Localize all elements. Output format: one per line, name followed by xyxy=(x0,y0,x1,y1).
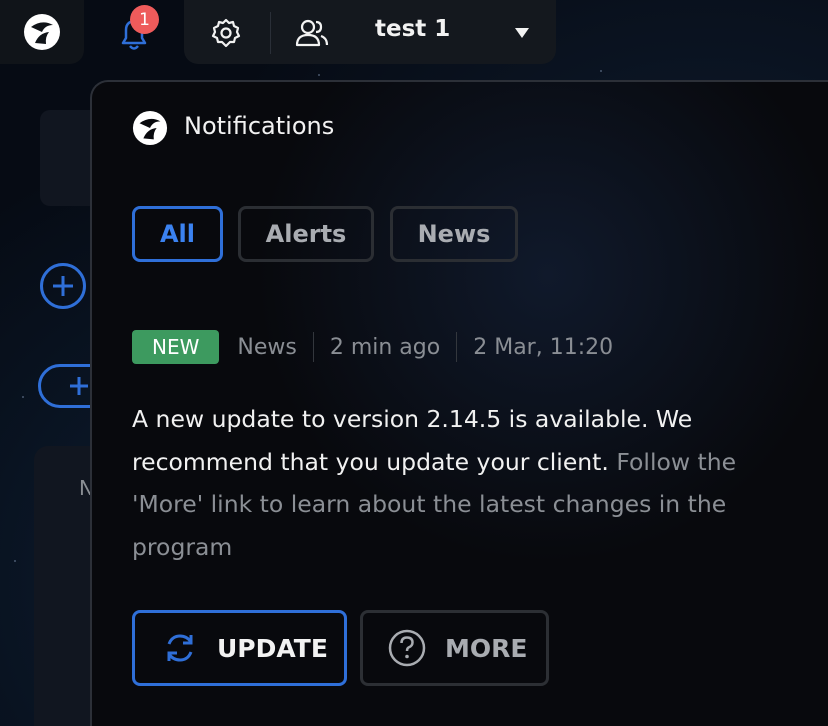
more-button-label: MORE xyxy=(445,633,528,663)
new-badge: NEW xyxy=(132,330,220,364)
background-list-panel: N xyxy=(34,446,94,726)
gear-icon xyxy=(211,18,241,48)
more-button[interactable]: MORE xyxy=(360,610,549,686)
settings-button[interactable] xyxy=(198,10,254,56)
plus-icon xyxy=(53,276,73,296)
app-logo-icon xyxy=(132,110,168,146)
notification-relative-time: 2 min ago xyxy=(329,334,441,360)
notification-datetime: 2 Mar, 11:20 xyxy=(473,334,614,360)
app-logo-icon xyxy=(24,14,60,50)
notification-count-badge: 1 xyxy=(130,5,159,34)
add-button[interactable] xyxy=(40,263,86,309)
popup-title: Notifications xyxy=(184,112,335,140)
notification-category: News xyxy=(237,334,297,360)
notification-meta: NEW News 2 min ago 2 Mar, 11:20 xyxy=(132,330,613,364)
tab-news[interactable]: News xyxy=(390,206,518,262)
notification-message: A new update to version 2.14.5 is availa… xyxy=(132,398,792,568)
divider xyxy=(270,12,271,54)
chevron-down-icon[interactable] xyxy=(515,28,529,38)
notifications-popup: Notifications All Alerts News NEW News 2… xyxy=(90,80,828,726)
refresh-icon xyxy=(167,634,193,662)
top-bar: 1 test 1 xyxy=(0,0,828,66)
update-button-label: UPDATE xyxy=(217,633,328,663)
profiles-button[interactable] xyxy=(288,10,336,56)
tab-all[interactable]: All xyxy=(132,206,223,262)
app-logo-button[interactable] xyxy=(0,0,84,64)
divider xyxy=(456,332,458,362)
update-button[interactable]: UPDATE xyxy=(132,610,347,686)
question-icon xyxy=(388,629,426,667)
profile-name[interactable]: test 1 xyxy=(375,16,450,42)
divider xyxy=(312,332,314,362)
message-main: A new update to version 2.14.5 is availa… xyxy=(132,405,693,476)
tab-alerts[interactable]: Alerts xyxy=(238,206,374,262)
users-icon xyxy=(295,19,329,47)
